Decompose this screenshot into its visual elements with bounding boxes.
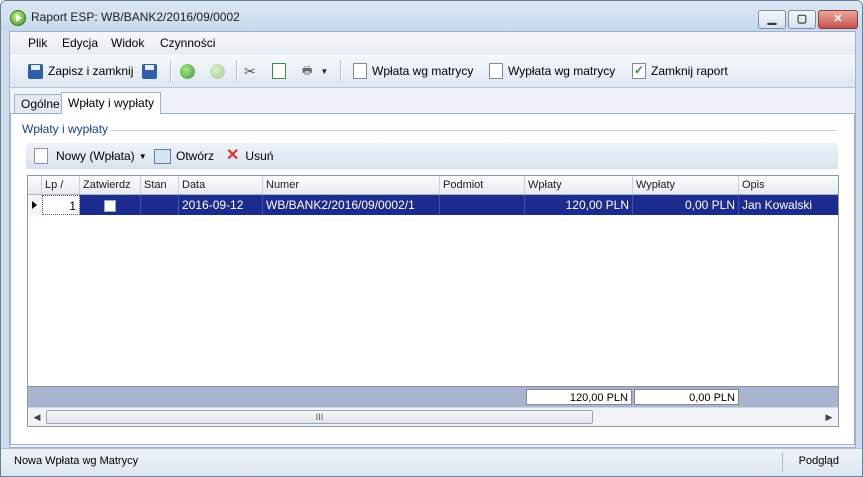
- checkmark-icon: ✓: [632, 63, 646, 79]
- tools-icon: ✂: [244, 62, 256, 79]
- tab-wplaty-wyplaty[interactable]: Wpłaty i wypłaty: [61, 92, 162, 114]
- new-button[interactable]: Nowy (Wpłata) ▼: [34, 147, 147, 165]
- cell-stan[interactable]: [141, 195, 179, 215]
- save-as-icon: [142, 63, 157, 79]
- cell-wplaty[interactable]: 120,00 PLN: [525, 195, 633, 215]
- forward-arrow-icon: [210, 63, 225, 79]
- grid-toolbar: Nowy (Wpłata) ▼ Otwórz ✕ Usuń: [26, 143, 838, 169]
- new-label: Nowy (Wpłata): [56, 149, 135, 163]
- column-header-podmiot[interactable]: Podmiot: [440, 176, 525, 194]
- close-button[interactable]: ✕: [818, 10, 858, 29]
- back-button[interactable]: [180, 61, 200, 81]
- cell-podmiot[interactable]: [440, 195, 525, 215]
- status-mode: Podgląd: [798, 455, 839, 467]
- maximize-icon: ▢: [796, 13, 808, 25]
- horizontal-scrollbar[interactable]: ◀ III ▶: [28, 407, 838, 426]
- zamknij-label: Zamknij raport: [651, 64, 728, 78]
- approve-checkbox[interactable]: [104, 199, 116, 212]
- app-play-icon: [10, 10, 26, 26]
- open-icon: [154, 148, 171, 164]
- minimize-button[interactable]: ▁: [758, 10, 786, 29]
- window-title: Raport ESP: WB/BANK2/2016/09/0002: [31, 10, 240, 24]
- column-header-stan[interactable]: Stan: [141, 176, 179, 194]
- menu-widok[interactable]: Widok: [111, 36, 144, 50]
- delete-label: Usuń: [245, 149, 274, 163]
- chevron-down-icon: ▼: [138, 151, 147, 161]
- column-header-lp[interactable]: Lp /: [42, 176, 80, 194]
- wyplata-label: Wypłata wg matrycy: [508, 64, 616, 78]
- back-arrow-icon: [180, 63, 195, 79]
- cell-wyplaty[interactable]: 0,00 PLN: [633, 195, 739, 215]
- column-header-opis[interactable]: Opis: [739, 176, 838, 194]
- scroll-thumb[interactable]: III: [46, 410, 593, 424]
- group-label: Wpłaty i wypłaty: [22, 122, 109, 136]
- column-header-numer[interactable]: Numer: [263, 176, 440, 194]
- header-indicator: [28, 176, 42, 194]
- wplata-label: Wpłata wg matrycy: [372, 64, 474, 78]
- column-header-wyplaty[interactable]: Wypłaty: [633, 176, 739, 194]
- menu-bar: Plik Edycja Widok Czynności: [10, 32, 855, 54]
- forward-button[interactable]: [210, 61, 230, 81]
- tab-ogolne[interactable]: Ogólne: [14, 94, 67, 113]
- toolbar-separator: [170, 60, 172, 82]
- save-close-button[interactable]: Zapisz i zamknij: [28, 61, 133, 81]
- print-button[interactable]: 🖶 ▼: [302, 61, 328, 81]
- grid-header: Lp / Zatwierdz Stan Data Numer Podmiot W…: [28, 176, 838, 195]
- document-icon: [489, 63, 503, 79]
- column-header-wplaty[interactable]: Wpłaty: [525, 176, 633, 194]
- status-divider: [782, 452, 783, 472]
- toolbar: Zapisz i zamknij ✂ 🖶 ▼ Wpłata wg matrycy …: [10, 55, 855, 88]
- new-document-icon: [34, 148, 48, 164]
- status-message: Nowa Wpłata wg Matrycy: [14, 455, 139, 467]
- group-divider: [111, 130, 837, 131]
- menu-plik[interactable]: Plik: [28, 36, 47, 50]
- tab-panel: Wpłaty i wypłaty Nowy (Wpłata) ▼ Otwórz …: [10, 113, 855, 445]
- cell-data[interactable]: 2016-09-12: [179, 195, 263, 215]
- open-button[interactable]: Otwórz: [154, 147, 214, 165]
- document-icon: [353, 63, 367, 79]
- save-close-label: Zapisz i zamknij: [48, 64, 134, 78]
- refresh-button[interactable]: [272, 61, 291, 81]
- status-bar: Nowa Wpłata wg Matrycy Podgląd: [1, 448, 862, 476]
- column-header-data[interactable]: Data: [179, 176, 263, 194]
- chevron-down-icon: ▼: [320, 66, 329, 76]
- wplata-matrycy-button[interactable]: Wpłata wg matrycy: [353, 61, 473, 81]
- maximize-button[interactable]: ▢: [788, 10, 816, 29]
- total-wplaty: 120,00 PLN: [526, 389, 632, 405]
- menu-edycja[interactable]: Edycja: [62, 36, 98, 50]
- refresh-icon: [272, 63, 286, 79]
- client-area: Plik Edycja Widok Czynności Zapisz i zam…: [9, 31, 856, 448]
- minimize-icon: ▁: [767, 13, 777, 25]
- total-wyplaty: 0,00 PLN: [634, 389, 739, 405]
- tab-strip: Ogólne Wpłaty i wypłaty: [10, 92, 855, 114]
- save-as-button[interactable]: [142, 61, 162, 81]
- cell-opis[interactable]: Jan Kowalski: [739, 195, 838, 215]
- main-window: Raport ESP: WB/BANK2/2016/09/0002 ▁ ▢ ✕ …: [0, 0, 863, 477]
- save-icon: [28, 63, 43, 79]
- scroll-left-icon[interactable]: ◀: [30, 410, 44, 424]
- scroll-right-icon[interactable]: ▶: [822, 410, 836, 424]
- column-header-zatwierdz[interactable]: Zatwierdz: [80, 176, 141, 194]
- cell-zatwierdz[interactable]: [80, 195, 141, 215]
- title-bar[interactable]: Raport ESP: WB/BANK2/2016/09/0002 ▁ ▢ ✕: [1, 1, 862, 31]
- table-row[interactable]: 1 2016-09-12 WB/BANK2/2016/09/0002/1 120…: [28, 195, 838, 215]
- open-label: Otwórz: [176, 149, 215, 163]
- toolbar-separator: [236, 60, 238, 82]
- zamknij-raport-button[interactable]: ✓ Zamknij raport: [632, 61, 728, 81]
- cell-numer[interactable]: WB/BANK2/2016/09/0002/1: [263, 195, 440, 215]
- toolbar-separator: [340, 60, 342, 82]
- delete-x-icon: ✕: [226, 147, 240, 164]
- printer-icon: 🖶: [302, 64, 313, 77]
- menu-czynnosci[interactable]: Czynności: [160, 36, 215, 50]
- close-icon: ✕: [833, 13, 843, 25]
- delete-button[interactable]: ✕ Usuń: [226, 147, 273, 165]
- wyplata-matrycy-button[interactable]: Wypłata wg matrycy: [489, 61, 615, 81]
- grid-totals-row: 120,00 PLN 0,00 PLN: [28, 386, 838, 407]
- cell-lp[interactable]: 1: [42, 195, 80, 215]
- data-grid[interactable]: Lp / Zatwierdz Stan Data Numer Podmiot W…: [27, 175, 839, 427]
- tools-button[interactable]: ✂: [244, 61, 256, 81]
